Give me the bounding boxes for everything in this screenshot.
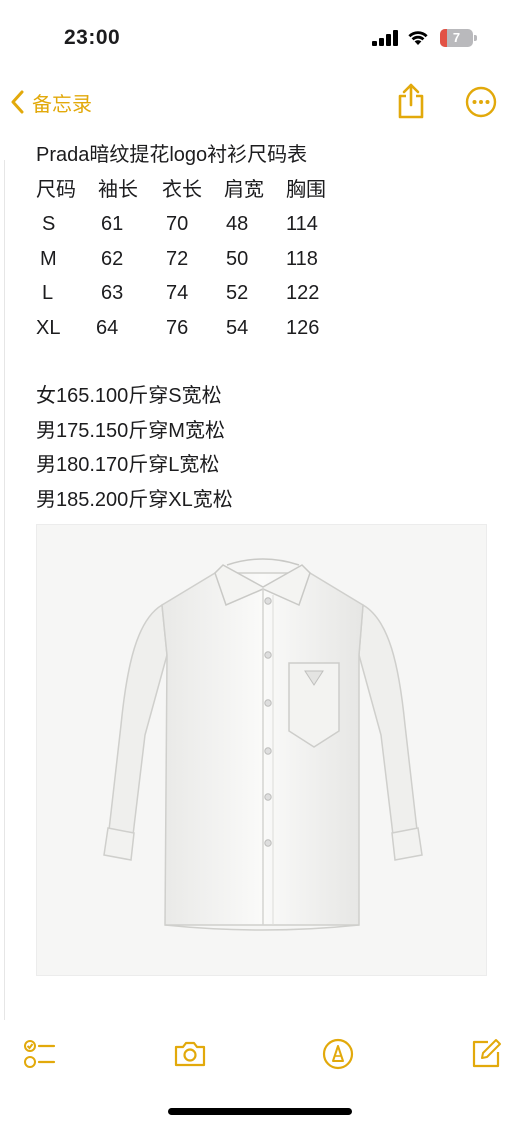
markup-pen-icon[interactable]	[320, 1036, 356, 1072]
battery-cap	[474, 35, 477, 41]
cell-length: 74	[166, 282, 189, 304]
cell-size: S	[42, 213, 56, 235]
size-table-row: S 61 70 48 114	[36, 207, 496, 242]
size-table-header: 尺码 袖长 衣长 肩宽 胸围	[36, 173, 496, 208]
size-recommendation: 男185.200斤穿XL宽松	[36, 488, 233, 511]
cell-length: 72	[166, 247, 189, 270]
cell-chest: 126	[286, 316, 320, 339]
cell-shoulder: 54	[226, 316, 249, 339]
checklist-icon[interactable]	[22, 1036, 58, 1072]
note-body[interactable]: Prada暗纹提花logo衬衫尺码表 尺码 袖长 衣长 肩宽 胸围 S 61 7…	[36, 138, 496, 517]
nav-bar: 备忘录	[0, 80, 520, 124]
share-icon[interactable]	[394, 82, 428, 120]
screen-edge-divider	[4, 160, 5, 1020]
compose-icon[interactable]	[468, 1036, 504, 1072]
cell-shoulder: 52	[226, 282, 249, 304]
header-chest: 胸围	[286, 178, 326, 201]
cell-sleeve: 64	[96, 316, 119, 339]
cell-sleeve: 62	[101, 247, 124, 270]
battery-icon: 7	[440, 29, 478, 47]
cell-shoulder: 50	[226, 247, 249, 270]
cell-size: M	[40, 247, 57, 270]
cell-shoulder: 48	[226, 213, 249, 235]
note-title: Prada暗纹提花logo衬衫尺码表	[36, 144, 308, 166]
battery-level: 7	[452, 30, 461, 45]
cell-size: XL	[36, 316, 61, 339]
white-shirt-image	[103, 558, 423, 931]
size-table-row: XL 64 76 54 126	[36, 311, 496, 346]
cellular-signal-icon	[372, 30, 398, 46]
header-sleeve: 袖长	[98, 178, 138, 201]
size-recommendation: 男180.170斤穿L宽松	[36, 454, 220, 476]
back-label: 备忘录	[32, 93, 92, 116]
size-table-row: M 62 72 50 118	[36, 242, 496, 277]
home-indicator[interactable]	[168, 1108, 352, 1115]
size-recommendation: 女165.100斤穿S宽松	[36, 385, 222, 407]
cell-length: 76	[166, 316, 189, 339]
cell-size: L	[42, 282, 54, 304]
back-button[interactable]: 备忘录	[10, 84, 92, 120]
wifi-icon	[408, 31, 428, 45]
status-time: 23:00	[64, 26, 121, 49]
shirt-photo[interactable]	[36, 524, 487, 976]
more-icon[interactable]	[465, 86, 497, 118]
size-recommendation: 男175.150斤穿M宽松	[36, 419, 225, 442]
header-shoulder: 肩宽	[224, 178, 264, 201]
chevron-left-icon	[11, 90, 24, 114]
header-length: 衣长	[162, 178, 202, 201]
cell-chest: 118	[286, 247, 318, 270]
bottom-toolbar	[0, 1030, 520, 1080]
size-table-row: L 63 74 52 122	[36, 276, 496, 311]
cell-sleeve: 61	[101, 213, 124, 235]
status-bar: 23:00 7	[0, 0, 520, 78]
camera-icon[interactable]	[172, 1036, 208, 1072]
cell-chest: 114	[286, 213, 318, 235]
cell-length: 70	[166, 213, 189, 235]
header-size: 尺码	[36, 178, 76, 201]
cell-chest: 122	[286, 282, 320, 304]
cell-sleeve: 63	[101, 282, 124, 304]
